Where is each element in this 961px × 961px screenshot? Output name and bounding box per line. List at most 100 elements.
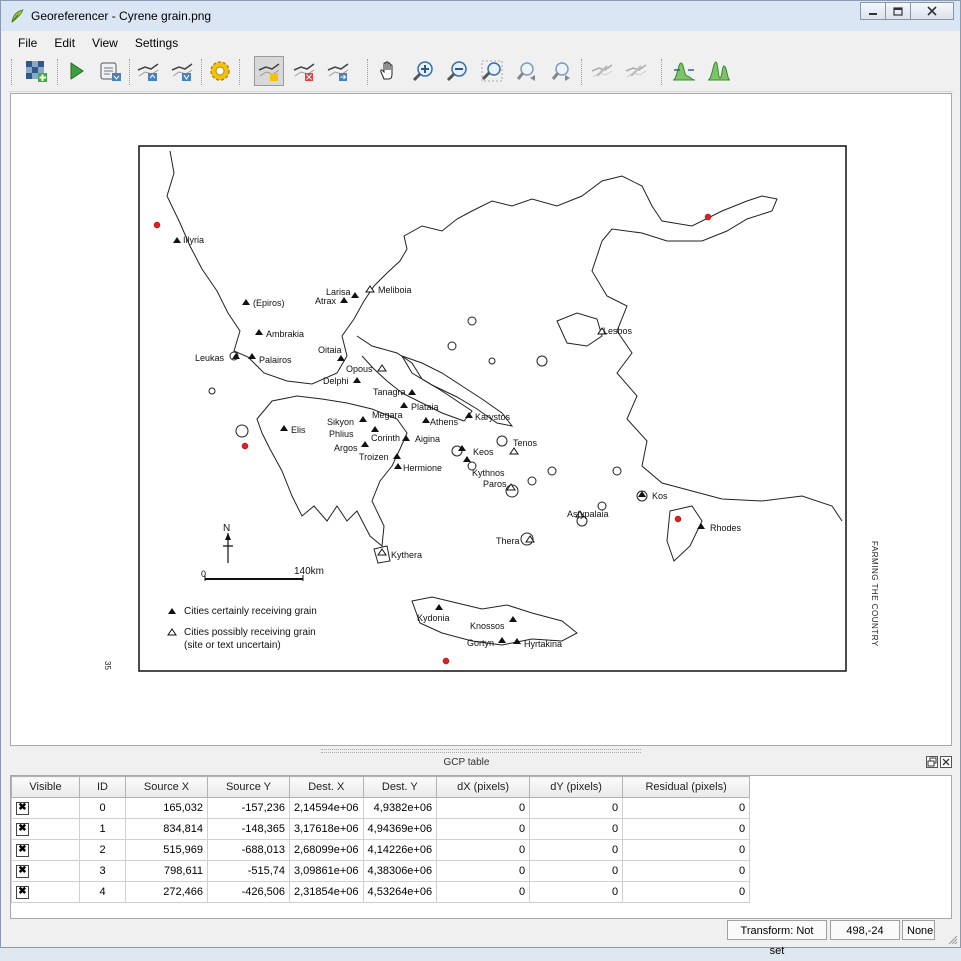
cell-dx[interactable]: 0 [436,860,531,882]
table-row[interactable]: ✖ 1 834,814 -148,365 3,17618e+06 4,94369… [11,818,751,840]
table-row[interactable]: ✖ 2 515,969 -688,013 2,68099e+06 4,14226… [11,839,751,861]
cell-source-y[interactable]: -148,365 [207,818,290,840]
cell-source-x[interactable]: 798,611 [125,860,208,882]
transformation-settings-button[interactable] [205,56,235,86]
menu-settings[interactable]: Settings [126,34,186,52]
cell-dest-y[interactable]: 4,14226e+06 [362,839,438,861]
cell-dest-y[interactable]: 4,38306e+06 [362,860,438,882]
cell-residual[interactable]: 0 [622,818,751,840]
cell-dy[interactable]: 0 [529,881,624,903]
visible-checkbox[interactable]: ✖ [16,844,29,857]
label-atrax: Atrax [315,296,337,306]
cell-residual[interactable]: 0 [622,839,751,861]
link-georeferencer-to-qgis-button[interactable] [587,56,617,86]
cell-source-y[interactable]: -157,236 [207,797,290,819]
close-button[interactable] [910,2,954,20]
visible-checkbox[interactable]: ✖ [16,886,29,899]
col-dest-x[interactable]: Dest. X [289,776,364,798]
crs-status[interactable]: None [902,920,935,940]
col-source-x[interactable]: Source X [125,776,208,798]
cell-dy[interactable]: 0 [529,839,624,861]
load-gcp-points-button[interactable] [133,56,163,86]
side-caption: FARMING THE COUNTRY [870,541,879,647]
cell-dest-x[interactable]: 2,31854e+06 [289,881,364,903]
pan-button[interactable] [373,56,403,86]
col-source-y[interactable]: Source Y [207,776,290,798]
close-dock-button[interactable] [940,756,952,768]
menu-view[interactable]: View [83,34,126,52]
cell-id[interactable]: 1 [79,818,126,840]
cell-dy[interactable]: 0 [529,818,624,840]
col-visible[interactable]: Visible [11,776,80,798]
col-id[interactable]: ID [79,776,126,798]
cell-dx[interactable]: 0 [436,797,531,819]
cell-dy[interactable]: 0 [529,797,624,819]
zoom-out-button[interactable] [442,56,472,86]
minimize-button[interactable] [860,2,886,20]
cell-dest-x[interactable]: 3,09861e+06 [289,860,364,882]
cell-dest-y[interactable]: 4,94369e+06 [362,818,438,840]
cell-dy[interactable]: 0 [529,860,624,882]
save-gcp-points-button[interactable] [167,56,197,86]
cell-dest-x[interactable]: 3,17618e+06 [289,818,364,840]
cell-source-x[interactable]: 515,969 [125,839,208,861]
open-raster-button[interactable] [21,56,51,86]
maximize-button[interactable] [885,2,911,20]
menu-edit[interactable]: Edit [45,34,83,52]
zoom-in-button[interactable] [408,56,438,86]
map-canvas[interactable]: Illyria (Epiros) Ambrakia Leukas Palairo… [10,93,952,746]
cell-dest-y[interactable]: 4,9382e+06 [362,797,438,819]
table-row[interactable]: ✖ 3 798,611 -515,74 3,09861e+06 4,38306e… [11,860,751,882]
float-dock-button[interactable] [926,756,938,768]
link-qgis-to-georeferencer-button[interactable] [621,56,651,86]
col-dx[interactable]: dX (pixels) [436,776,531,798]
generate-gdal-script-button[interactable] [95,56,125,86]
cell-dest-x[interactable]: 2,14594e+06 [289,797,364,819]
table-row[interactable]: ✖ 0 165,032 -157,236 2,14594e+06 4,9382e… [11,797,751,819]
menu-file[interactable]: File [9,34,45,52]
col-dy[interactable]: dY (pixels) [529,776,624,798]
visible-checkbox[interactable]: ✖ [16,802,29,815]
cell-id[interactable]: 2 [79,839,126,861]
cell-source-y[interactable]: -688,013 [207,839,290,861]
cell-dx[interactable]: 0 [436,881,531,903]
transform-status[interactable]: Transform: Not set [727,920,827,957]
cell-source-x[interactable]: 834,814 [125,818,208,840]
resize-grip-icon[interactable] [948,935,958,945]
gcp-table[interactable]: Visible ID Source X Source Y Dest. X Des… [10,775,952,919]
cell-residual[interactable]: 0 [622,797,751,819]
delete-point-button[interactable] [289,56,319,86]
dock-splitter[interactable] [321,749,641,753]
cell-id[interactable]: 4 [79,881,126,903]
cell-dest-y[interactable]: 4,53264e+06 [362,881,438,903]
cell-id[interactable]: 0 [79,797,126,819]
cell-source-y[interactable]: -426,506 [207,881,290,903]
cell-id[interactable]: 3 [79,860,126,882]
zoom-last-button[interactable] [512,56,542,86]
zoom-to-layer-button[interactable] [477,56,507,86]
cell-residual[interactable]: 0 [622,881,751,903]
cell-source-y[interactable]: -515,74 [207,860,290,882]
move-gcp-point-button[interactable] [323,56,353,86]
menu-bar: File Edit View Settings [9,34,953,52]
start-georeferencing-button[interactable] [61,56,91,86]
local-histogram-stretch-button[interactable] [704,56,734,86]
cell-dx[interactable]: 0 [436,839,531,861]
visible-checkbox[interactable]: ✖ [16,823,29,836]
cell-source-x[interactable]: 272,466 [125,881,208,903]
col-dest-y[interactable]: Dest. Y [362,776,438,798]
cell-dx[interactable]: 0 [436,818,531,840]
cell-source-x[interactable]: 165,032 [125,797,208,819]
add-point-button[interactable] [254,56,284,86]
zoom-next-button[interactable] [547,56,577,86]
table-row[interactable]: ✖ 4 272,466 -426,506 2,31854e+06 4,53264… [11,881,751,903]
full-histogram-stretch-button[interactable] [669,56,699,86]
georeferencer-window: Georeferencer - Cyrene grain.png File Ed… [0,0,961,957]
cell-dest-x[interactable]: 2,68099e+06 [289,839,364,861]
qgis-app-icon [11,9,24,23]
start-georeferencing-icon [70,62,84,80]
col-residual[interactable]: Residual (pixels) [622,776,751,798]
label-karystos: Karystos [475,412,511,422]
cell-residual[interactable]: 0 [622,860,751,882]
visible-checkbox[interactable]: ✖ [16,865,29,878]
